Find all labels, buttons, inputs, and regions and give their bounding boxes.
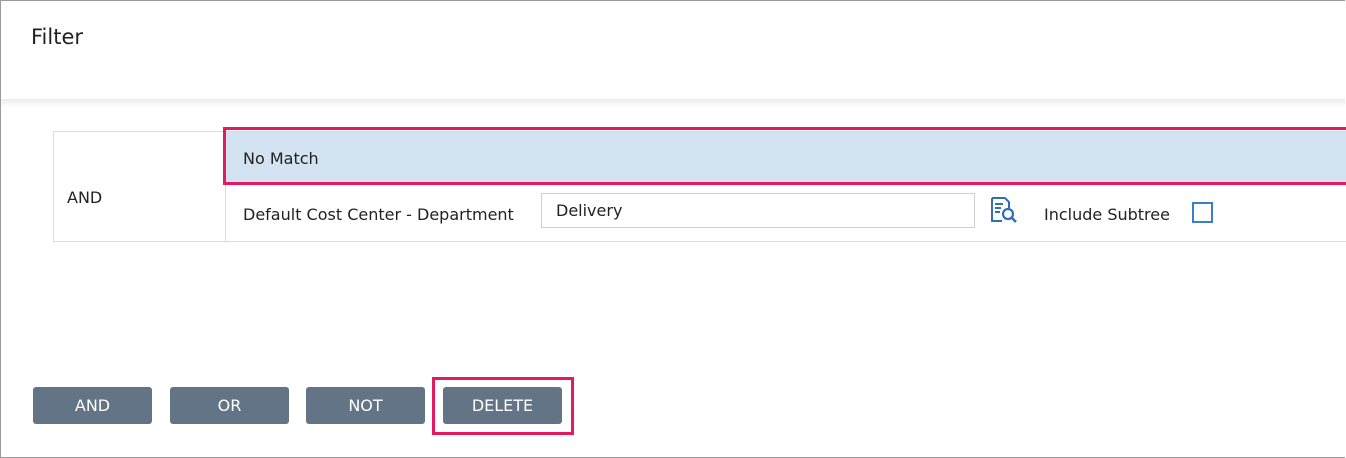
include-subtree-label: Include Subtree — [1044, 205, 1170, 224]
page-title: Filter — [31, 25, 84, 49]
include-subtree-checkbox[interactable] — [1192, 202, 1213, 223]
header-divider — [1, 99, 1345, 107]
cost-center-department-input[interactable] — [541, 193, 975, 228]
or-button[interactable]: OR — [170, 387, 289, 424]
not-button[interactable]: NOT — [306, 387, 425, 424]
cost-center-department-label: Default Cost Center - Department — [243, 205, 514, 224]
and-button[interactable]: AND — [33, 387, 152, 424]
no-match-highlight — [223, 127, 1346, 185]
lookup-search-icon[interactable] — [990, 196, 1018, 224]
group-operator-cell[interactable]: AND — [54, 132, 226, 241]
group-operator-label: AND — [67, 188, 103, 207]
delete-highlight — [432, 377, 574, 435]
panel-header: Filter — [1, 1, 1345, 101]
